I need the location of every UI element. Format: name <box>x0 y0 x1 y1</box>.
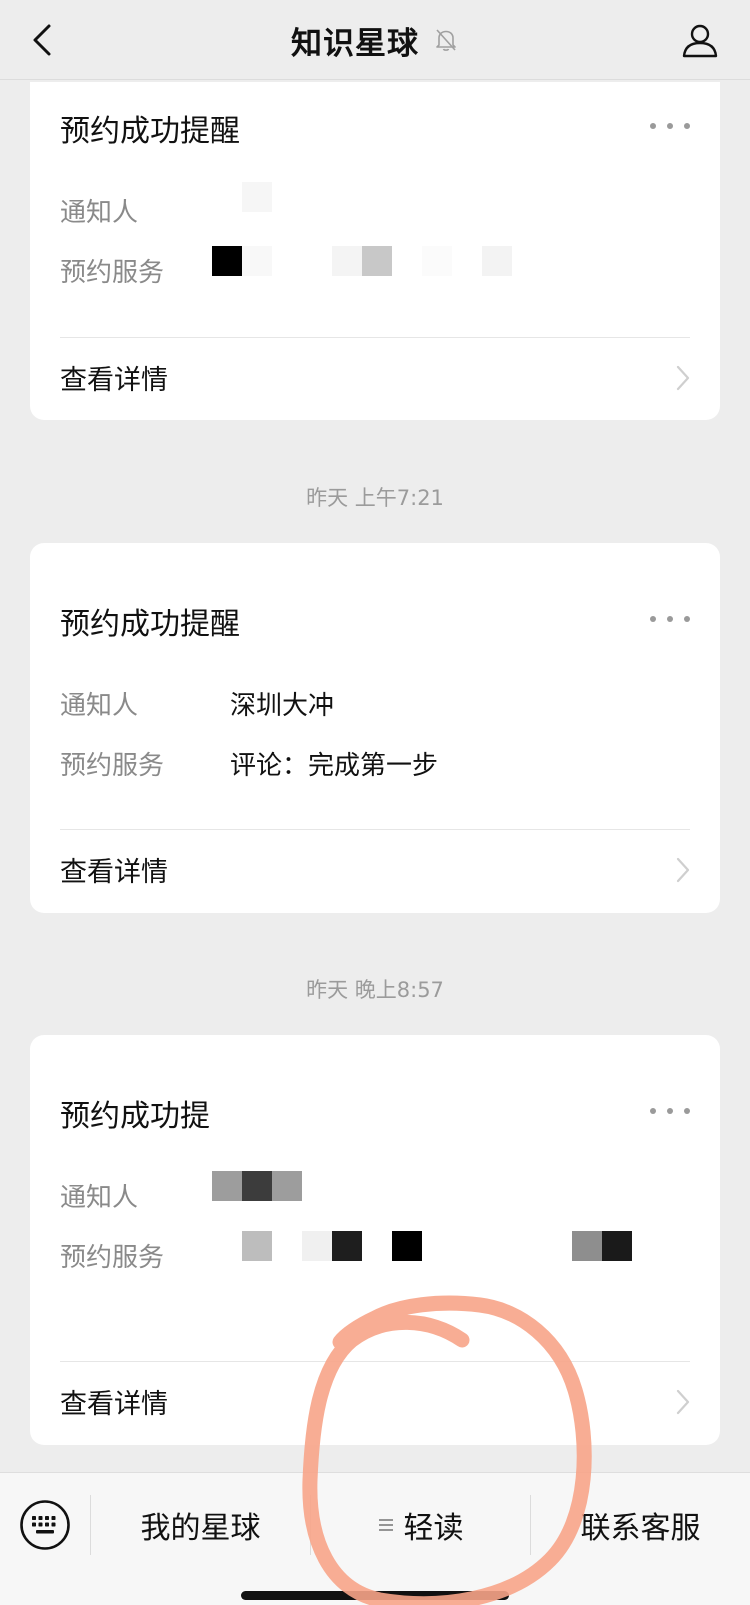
dot-icon <box>667 616 673 622</box>
bell-muted-icon <box>436 29 456 51</box>
redacted-mosaic <box>212 1171 242 1201</box>
redacted-mosaic <box>302 1231 332 1261</box>
view-details-row[interactable]: 查看详情 <box>30 1362 720 1442</box>
message-card: 预约成功提醒 通知人 预约服务 查看详情 <box>30 82 720 420</box>
dot-icon <box>684 616 690 622</box>
timestamp: 昨天 晚上8:57 <box>306 978 444 1002</box>
notifier-value: 深圳大冲 <box>230 691 335 721</box>
nav-bar: 知识星球 <box>0 0 750 80</box>
menu-label: 轻读 <box>403 1511 464 1546</box>
view-details-label: 查看详情 <box>60 365 168 396</box>
message-card: 预约成功提醒 通知人 深圳大冲 预约服务 评论：完成第一步 查看详情 <box>30 543 720 913</box>
redacted-mosaic <box>242 1231 272 1261</box>
lines-icon <box>378 1519 393 1531</box>
page-title: 知识星球 <box>291 25 419 62</box>
more-button[interactable] <box>650 1101 690 1121</box>
view-details-label: 查看详情 <box>60 857 168 888</box>
menu-my-planet[interactable]: 我的星球 <box>91 1495 310 1555</box>
dot-icon <box>667 123 673 129</box>
notifier-label: 通知人 <box>60 198 139 228</box>
home-indicator <box>241 1591 509 1600</box>
redacted-mosaic <box>602 1231 632 1261</box>
redacted-mosaic <box>212 246 242 276</box>
card-title: 预约成功提醒 <box>60 114 240 149</box>
chevron-right-icon <box>676 857 690 883</box>
service-label: 预约服务 <box>60 1243 165 1273</box>
keyboard-icon <box>20 1500 70 1550</box>
more-button[interactable] <box>650 609 690 629</box>
view-details-row[interactable]: 查看详情 <box>30 338 720 418</box>
view-details-label: 查看详情 <box>60 1389 168 1420</box>
back-button[interactable] <box>22 18 62 62</box>
dot-icon <box>684 1108 690 1114</box>
more-button[interactable] <box>650 116 690 136</box>
redacted-mosaic <box>482 246 512 276</box>
service-label: 预约服务 <box>60 258 165 288</box>
notifier-label: 通知人 <box>60 1183 139 1213</box>
menu-label: 联系客服 <box>580 1511 701 1546</box>
menu-light-read[interactable]: 轻读 <box>311 1495 530 1555</box>
redacted-mosaic <box>422 246 452 276</box>
card-title: 预约成功提 <box>60 1099 210 1134</box>
chevron-right-icon <box>676 365 690 391</box>
keyboard-toggle-button[interactable] <box>19 1499 71 1551</box>
redacted-mosaic <box>392 1231 422 1261</box>
bottom-menu-bar: 我的星球 轻读 联系客服 <box>0 1472 750 1605</box>
menu-label: 我的星球 <box>140 1511 261 1546</box>
redacted-mosaic <box>332 1231 362 1261</box>
card-title: 预约成功提醒 <box>60 607 240 642</box>
service-value: 评论：完成第一步 <box>230 751 439 781</box>
message-card: 预约成功提 通知人 预约服务 查看详情 <box>30 1035 720 1445</box>
view-details-row[interactable]: 查看详情 <box>30 830 720 910</box>
redacted-mosaic <box>242 182 272 212</box>
menu-contact-support[interactable]: 联系客服 <box>531 1495 750 1555</box>
profile-button[interactable] <box>678 18 722 62</box>
redacted-mosaic <box>572 1231 602 1261</box>
dot-icon <box>650 1108 656 1114</box>
redacted-mosaic <box>362 246 392 276</box>
redacted-mosaic <box>272 1171 302 1201</box>
dot-icon <box>650 123 656 129</box>
service-label: 预约服务 <box>60 751 165 781</box>
person-icon <box>682 24 718 58</box>
redacted-mosaic <box>332 246 362 276</box>
notifier-label: 通知人 <box>60 691 139 721</box>
dot-icon <box>667 1108 673 1114</box>
dot-icon <box>650 616 656 622</box>
redacted-mosaic <box>242 1171 272 1201</box>
timestamp: 昨天 上午7:21 <box>306 486 444 510</box>
chevron-left-icon <box>33 24 51 56</box>
redacted-mosaic <box>242 246 272 276</box>
chevron-right-icon <box>676 1389 690 1415</box>
dot-icon <box>684 123 690 129</box>
